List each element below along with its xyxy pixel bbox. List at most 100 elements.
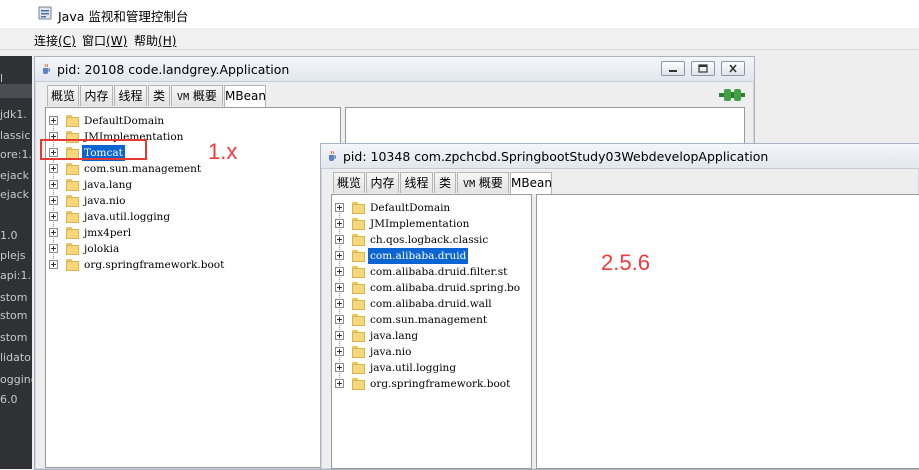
menu-window[interactable]: 窗口(W) [82, 32, 127, 49]
folder-icon [66, 259, 79, 271]
expand-icon[interactable] [49, 212, 58, 221]
tree-node[interactable]: java.util.logging [332, 360, 531, 376]
tree-node[interactable]: java.nio [332, 344, 531, 360]
connection-plug-icon [719, 89, 745, 101]
tree-node[interactable]: DefaultDomain [46, 113, 340, 129]
tree-node[interactable]: java.util.logging [46, 209, 340, 225]
expand-icon[interactable] [335, 267, 344, 276]
app-title: Java 监视和管理控制台 [58, 9, 189, 24]
expand-icon[interactable] [335, 251, 344, 260]
tree-node[interactable]: com.sun.management [46, 161, 340, 177]
frame2-tab-memory[interactable]: 内存 [366, 172, 399, 193]
frame1-tab-threads[interactable]: 线程 [114, 85, 147, 106]
expand-icon[interactable] [335, 203, 344, 212]
frame1-tab-vm-summary[interactable]: VM 概要 [171, 85, 223, 106]
tree-node[interactable]: com.alibaba.druid.wall [332, 296, 531, 312]
frame1-titlebar[interactable]: pid: 20108 code.landgrey.Application [35, 57, 754, 82]
expand-icon[interactable] [49, 260, 58, 269]
tree-node[interactable]: java.lang [46, 177, 340, 193]
ide-selected-row [0, 84, 32, 98]
tree-node[interactable]: java.nio [46, 193, 340, 209]
expand-icon[interactable] [335, 299, 344, 308]
expand-icon[interactable] [49, 116, 58, 125]
folder-icon [66, 243, 79, 255]
tree-node[interactable]: com.alibaba.druid [332, 248, 531, 264]
frame2-tabbar: 概览 内存 线程 类 VM 概要 MBean [333, 172, 593, 194]
frame1-tab-classes[interactable]: 类 [148, 85, 170, 106]
frame2-tab-classes[interactable]: 类 [434, 172, 456, 193]
tree-node-label: java.util.logging [84, 211, 171, 223]
folder-icon [66, 195, 79, 207]
frame1-minimize-button[interactable] [661, 61, 685, 76]
tree-node[interactable]: com.alibaba.druid.spring.bo [332, 280, 531, 296]
expand-icon[interactable] [49, 196, 58, 205]
frame2-tab-threads[interactable]: 线程 [400, 172, 433, 193]
tab-label: 内存 [370, 176, 395, 190]
menu-connect[interactable]: 连接(C) [34, 32, 76, 49]
java-cup-icon [43, 63, 50, 74]
tree-node-label: java.lang [84, 179, 133, 191]
frame2-titlebar[interactable]: pid: 10348 com.zpchcbd.SpringbootStudy03… [321, 144, 919, 169]
tree-node[interactable]: java.lang [332, 328, 531, 344]
folder-icon [352, 202, 365, 214]
folder-icon [352, 250, 365, 262]
tree-node-label-selected: com.alibaba.druid [368, 248, 469, 264]
folder-icon [352, 314, 365, 326]
frame1-restore-button[interactable] [691, 61, 715, 76]
frame2-tab-overview[interactable]: 概览 [333, 172, 365, 193]
ide-strip-text: lassic [0, 129, 31, 142]
expand-icon[interactable] [49, 228, 58, 237]
expand-icon[interactable] [335, 331, 344, 340]
tree-node-label: com.sun.management [84, 163, 202, 175]
tree-node[interactable]: com.sun.management [332, 312, 531, 328]
frame1-tab-overview[interactable]: 概览 [47, 85, 79, 106]
folder-icon [352, 266, 365, 278]
ide-strip-text: stom [0, 291, 28, 304]
restore-icon [698, 64, 708, 73]
frame1-close-button[interactable] [721, 61, 745, 76]
tree-node-label: org.springframework.boot [84, 259, 225, 271]
expand-icon[interactable] [335, 347, 344, 356]
frame1-tabbar: 概览 内存 线程 类 VM 概要 MBean [47, 85, 307, 107]
app-titlebar: Java 监视和管理控制台 [0, 0, 919, 28]
folder-icon [352, 346, 365, 358]
close-icon [729, 64, 737, 73]
frame1-mbean-tree[interactable]: DefaultDomain JMImplementation Tomcat com.s… [45, 107, 341, 468]
ide-strip-text: plejs [0, 249, 26, 262]
tree-node-label: jmx4perl [84, 227, 132, 239]
expand-icon[interactable] [335, 235, 344, 244]
tree-node[interactable]: com.alibaba.druid.filter.st [332, 264, 531, 280]
frame1-tab-memory[interactable]: 内存 [80, 85, 113, 106]
tab-label: 概要 [478, 176, 503, 190]
expand-icon[interactable] [49, 244, 58, 253]
frame2-detail-panel [536, 194, 919, 469]
tree-node[interactable]: org.springframework.boot [332, 376, 531, 392]
menu-connect-label: 连接 [34, 34, 59, 48]
expand-icon[interactable] [335, 363, 344, 372]
frame1-tab-mbean[interactable]: MBean [224, 85, 266, 107]
tab-label: 线程 [118, 89, 143, 103]
tree-node[interactable]: DefaultDomain [332, 200, 531, 216]
tree-node-label: DefaultDomain [370, 202, 451, 214]
frame2-mbean-tree[interactable]: DefaultDomain JMImplementation ch.qos.logb… [331, 194, 532, 469]
expand-icon[interactable] [49, 180, 58, 189]
frame2-tab-vm-summary[interactable]: VM 概要 [457, 172, 509, 193]
tree-node[interactable]: jmx4perl [46, 225, 340, 241]
tree-node[interactable]: ch.qos.logback.classic [332, 232, 531, 248]
internal-frame-2[interactable]: pid: 10348 com.zpchcbd.SpringbootStudy03… [320, 143, 919, 470]
expand-icon[interactable] [335, 283, 344, 292]
tree-node-label: com.alibaba.druid.spring.bo [370, 282, 521, 294]
expand-icon[interactable] [49, 164, 58, 173]
folder-icon [352, 362, 365, 374]
tab-label-mono: VM [463, 179, 476, 190]
tree-node[interactable]: jolokia [46, 241, 340, 257]
tree-node[interactable]: JMImplementation [332, 216, 531, 232]
frame2-tab-mbean[interactable]: MBean [510, 172, 552, 194]
folder-icon [66, 211, 79, 223]
expand-icon[interactable] [335, 315, 344, 324]
tree-node[interactable]: org.springframework.boot [46, 257, 340, 273]
tab-label: 类 [438, 176, 451, 190]
expand-icon[interactable] [335, 219, 344, 228]
expand-icon[interactable] [335, 379, 344, 388]
menu-help[interactable]: 帮助(H) [134, 32, 176, 49]
